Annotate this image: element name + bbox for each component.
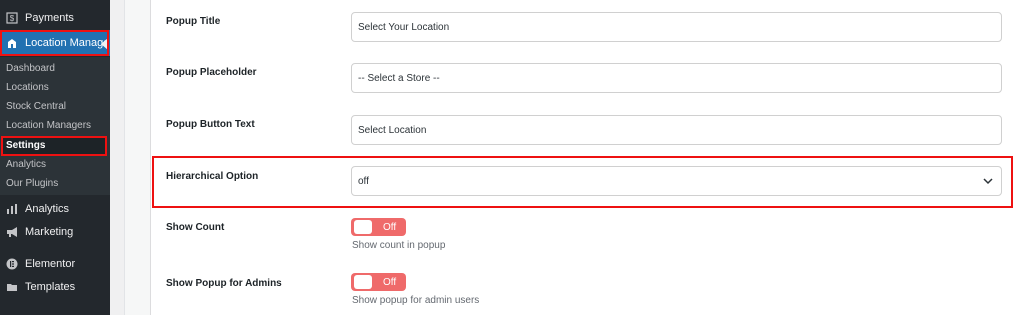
sidebar-item-label: Location Manage xyxy=(25,37,110,49)
toggle-knob xyxy=(354,275,372,289)
hierarchical-option-value: off xyxy=(358,175,369,187)
sidebar-item-label: Marketing xyxy=(25,226,74,238)
popup-placeholder-value: -- Select a Store -- xyxy=(358,72,440,84)
sidebar-item-templates[interactable]: Templates xyxy=(0,276,110,298)
chevron-down-icon xyxy=(983,177,993,188)
popup-button-text-label: Popup Button Text xyxy=(166,119,255,130)
hierarchical-option-label: Hierarchical Option xyxy=(166,171,259,182)
popup-placeholder-label: Popup Placeholder xyxy=(166,67,257,78)
submenu-analytics[interactable]: Analytics xyxy=(6,159,46,170)
sidebar-item-label: Templates xyxy=(25,281,76,293)
submenu-stock-central[interactable]: Stock Central xyxy=(6,101,66,112)
card-edge xyxy=(124,0,138,315)
popup-title-value: Select Your Location xyxy=(358,21,450,33)
show-popup-admins-toggle[interactable]: Off xyxy=(351,273,406,291)
active-arrow-icon xyxy=(101,38,108,50)
sidebar-item-elementor[interactable]: Elementor xyxy=(0,253,110,275)
show-popup-admins-help: Show popup for admin users xyxy=(352,295,480,306)
popup-title-input[interactable]: Select Your Location xyxy=(351,12,1002,42)
show-popup-admins-toggle-text: Off xyxy=(383,276,397,288)
main-gutter xyxy=(110,0,124,315)
admin-sidebar: $ Payments Location Manage Dashboard Loc… xyxy=(0,0,110,315)
sidebar-item-label: Elementor xyxy=(25,258,76,270)
sidebar-item-payments[interactable]: $ Payments xyxy=(0,7,110,29)
sidebar-item-label: Analytics xyxy=(25,203,70,215)
submenu-our-plugins[interactable]: Our Plugins xyxy=(6,178,58,189)
payments-icon: $ xyxy=(2,12,22,24)
show-count-toggle-text: Off xyxy=(383,221,397,233)
show-count-label: Show Count xyxy=(166,222,225,233)
submenu-settings[interactable]: Settings xyxy=(6,140,45,151)
submenu-locations[interactable]: Locations xyxy=(6,82,49,93)
submenu-location-managers[interactable]: Location Managers xyxy=(6,120,91,131)
submenu-dashboard[interactable]: Dashboard xyxy=(6,63,55,74)
elementor-icon xyxy=(2,258,22,270)
sidebar-item-location-manage[interactable]: Location Manage xyxy=(0,30,110,56)
popup-title-label: Popup Title xyxy=(166,16,221,27)
show-popup-admins-label: Show Popup for Admins xyxy=(166,278,282,289)
location-manage-submenu: Dashboard Locations Stock Central Locati… xyxy=(0,57,110,195)
bar-chart-icon xyxy=(2,203,22,215)
show-count-toggle[interactable]: Off xyxy=(351,218,406,236)
popup-button-text-value: Select Location xyxy=(358,124,427,136)
settings-form xyxy=(150,0,1024,315)
popup-placeholder-input[interactable]: -- Select a Store -- xyxy=(351,63,1002,93)
sidebar-item-label: Payments xyxy=(25,12,74,24)
toggle-knob xyxy=(354,220,372,234)
show-count-help: Show count in popup xyxy=(352,240,446,251)
sidebar-item-analytics[interactable]: Analytics xyxy=(0,198,110,220)
popup-button-text-input[interactable]: Select Location xyxy=(351,115,1002,145)
sidebar-item-marketing[interactable]: Marketing xyxy=(0,221,110,243)
folder-icon xyxy=(2,281,22,293)
store-icon xyxy=(2,37,22,49)
megaphone-icon xyxy=(2,226,22,238)
svg-text:$: $ xyxy=(10,14,15,23)
hierarchical-option-select[interactable]: off xyxy=(351,166,1002,196)
